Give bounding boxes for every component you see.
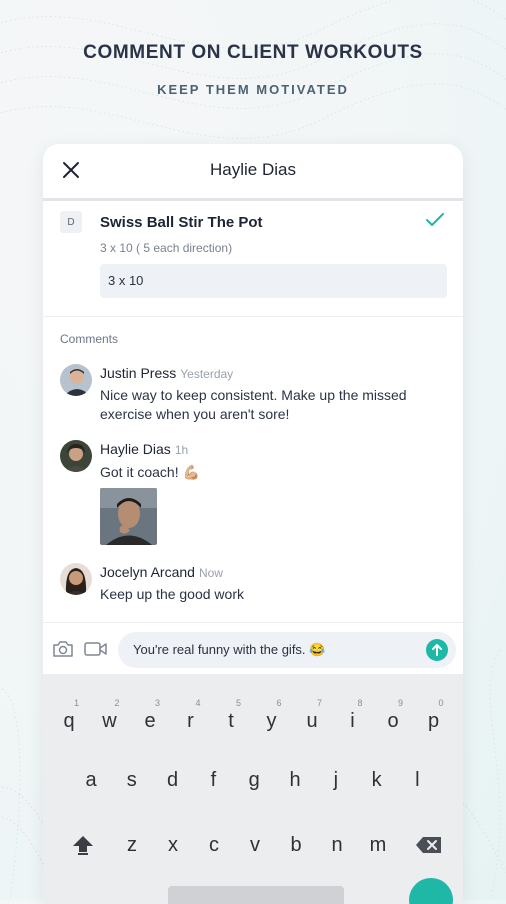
exercise-result-input[interactable]: 3 x 10	[100, 264, 447, 298]
exercise-title: Swiss Ball Stir The Pot	[100, 214, 263, 231]
message-composer: You're real funny with the gifs. 😂	[43, 622, 463, 675]
key-c[interactable]: c	[197, 825, 231, 865]
key-r[interactable]: 4r	[174, 698, 208, 741]
key-label: p	[427, 710, 440, 732]
check-icon[interactable]	[425, 211, 445, 229]
key-q[interactable]: 1q	[52, 698, 86, 741]
key-a[interactable]: a	[74, 760, 108, 800]
key-number-hint: 4	[195, 698, 201, 708]
key-l[interactable]: l	[400, 760, 434, 800]
key-number-hint: 8	[357, 698, 363, 708]
key-label: r	[187, 710, 194, 732]
comment-text: Nice way to keep consistent. Make up the…	[100, 387, 407, 422]
enter-key[interactable]	[409, 878, 453, 904]
key-x[interactable]: x	[156, 825, 190, 865]
comments-label: Comments	[60, 332, 119, 346]
comment-text: Got it coach! 💪🏼	[100, 464, 200, 480]
key-k[interactable]: k	[360, 760, 394, 800]
key-number-hint: 1	[73, 698, 79, 708]
key-s[interactable]: s	[115, 760, 149, 800]
key-number-hint: 5	[235, 698, 241, 708]
key-w[interactable]: 2w	[93, 698, 127, 741]
avatar	[60, 440, 92, 472]
key-z[interactable]: z	[115, 825, 149, 865]
key-h[interactable]: h	[278, 760, 312, 800]
gif-attachment[interactable]	[100, 488, 157, 545]
key-label: i	[350, 710, 355, 732]
shift-icon[interactable]	[71, 834, 95, 856]
send-icon[interactable]	[426, 639, 448, 661]
comment-author: Haylie Dias 1h	[100, 441, 188, 457]
comment-author: Jocelyn Arcand Now	[100, 564, 223, 580]
key-v[interactable]: v	[238, 825, 272, 865]
exercise-card: D Swiss Ball Stir The Pot 3 x 10 ( 5 eac…	[43, 201, 463, 317]
exercise-badge: D	[60, 211, 82, 233]
key-label: q	[63, 710, 75, 732]
key-n[interactable]: n	[320, 825, 354, 865]
message-input-text: You're real funny with the gifs. 😂	[133, 642, 326, 657]
hero-title: COMMENT ON CLIENT WORKOUTS	[83, 42, 423, 63]
comment-text: Keep up the good work	[100, 586, 244, 602]
key-e[interactable]: 3e	[133, 698, 167, 741]
key-i[interactable]: 8i	[336, 698, 370, 741]
message-input[interactable]: You're real funny with the gifs. 😂	[118, 632, 456, 668]
key-u[interactable]: 7u	[295, 698, 329, 741]
backspace-icon[interactable]	[415, 835, 443, 855]
key-number-hint: 6	[276, 698, 282, 708]
on-screen-keyboard: 1q2w3e4r5t6y7u8i9o0p asdfghjkl zxcvbnm	[43, 674, 463, 904]
key-p[interactable]: 0p	[417, 698, 451, 741]
key-number-hint: 0	[438, 698, 444, 708]
key-f[interactable]: f	[196, 760, 230, 800]
client-name-title: Haylie Dias	[210, 160, 296, 179]
avatar	[60, 364, 92, 396]
avatar	[60, 563, 92, 595]
key-y[interactable]: 6y	[255, 698, 289, 741]
key-number-hint: 2	[114, 698, 120, 708]
comment-time: Now	[198, 566, 223, 580]
hero-subtitle: KEEP THEM MOTIVATED	[157, 82, 349, 97]
key-t[interactable]: 5t	[214, 698, 248, 741]
video-icon[interactable]	[84, 641, 108, 657]
key-label: t	[228, 710, 234, 732]
key-o[interactable]: 9o	[376, 698, 410, 741]
key-number-hint: 3	[154, 698, 160, 708]
key-label: o	[387, 710, 399, 732]
key-g[interactable]: g	[237, 760, 271, 800]
comment-author-name: Haylie Dias	[100, 441, 171, 457]
key-b[interactable]: b	[279, 825, 313, 865]
key-number-hint: 7	[316, 698, 322, 708]
key-m[interactable]: m	[361, 825, 395, 865]
camera-icon[interactable]	[52, 640, 74, 658]
key-number-hint: 9	[397, 698, 403, 708]
spacebar[interactable]	[168, 886, 344, 904]
key-label: u	[306, 710, 318, 732]
key-label: y	[266, 710, 277, 732]
comment-author: Justin Press Yesterday	[100, 365, 233, 381]
key-j[interactable]: j	[319, 760, 353, 800]
top-bar: Haylie Dias	[43, 144, 463, 201]
key-d[interactable]: d	[156, 760, 190, 800]
comment-author-name: Jocelyn Arcand	[100, 564, 195, 580]
comment-time: 1h	[174, 443, 189, 457]
comment-author-name: Justin Press	[100, 365, 177, 381]
phone-screen: Haylie Dias D Swiss Ball Stir The Pot 3 …	[43, 144, 463, 904]
key-label: e	[144, 710, 156, 732]
comment-time: Yesterday	[180, 367, 234, 381]
key-label: w	[102, 710, 117, 732]
exercise-detail: 3 x 10 ( 5 each direction)	[100, 241, 233, 255]
